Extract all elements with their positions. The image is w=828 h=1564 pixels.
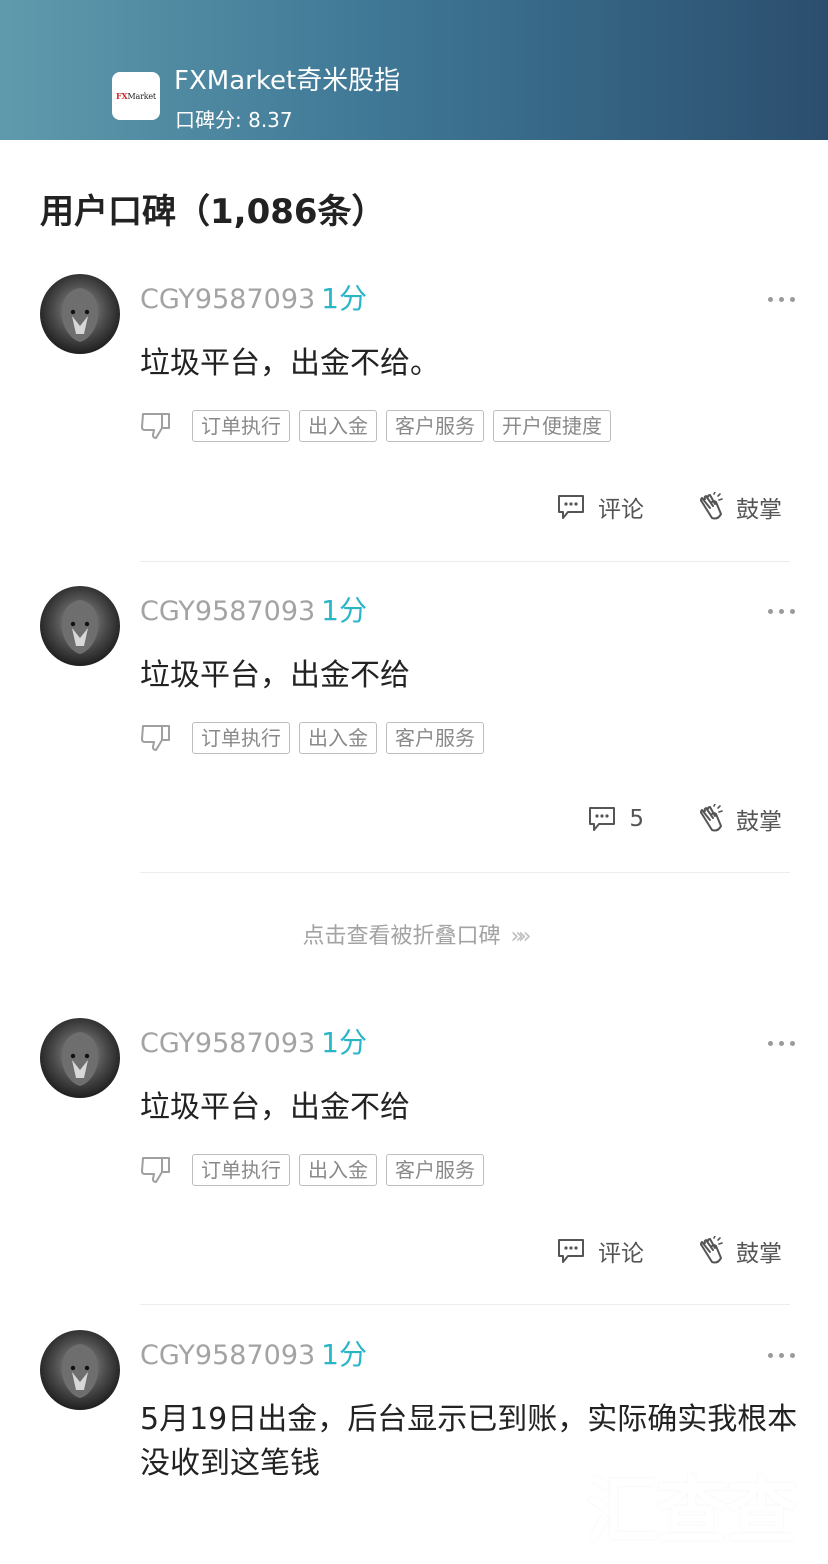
comment-icon: [558, 1239, 584, 1263]
rating-score: 口碑分: 8.37: [175, 108, 293, 132]
section-title: 用户口碑（1,086条）: [40, 192, 386, 232]
review-score: 1分: [321, 594, 367, 627]
thumbs-down-icon[interactable]: [140, 411, 172, 441]
divider: [140, 872, 790, 873]
divider: [140, 1304, 790, 1305]
tag: 出入金: [299, 410, 377, 442]
review-content: 垃圾平台，出金不给。: [140, 346, 440, 381]
broker-name: FXMarket奇米股指: [174, 66, 401, 96]
applaud-button[interactable]: 鼓掌: [694, 802, 782, 836]
broker-logo[interactable]: FXMarket: [112, 72, 160, 120]
avatar[interactable]: [40, 1018, 120, 1098]
applaud-button[interactable]: 鼓掌: [694, 1234, 782, 1268]
avatar[interactable]: [40, 586, 120, 666]
tag: 客户服务: [386, 410, 484, 442]
lion-avatar-icon: [61, 1032, 99, 1086]
lion-avatar-icon: [61, 288, 99, 342]
clap-icon: [700, 492, 723, 520]
more-options-icon[interactable]: [768, 1343, 808, 1358]
review-tags: 订单执行 出入金 客户服务: [140, 1154, 493, 1186]
logo-text: FXMarket: [116, 91, 156, 101]
review-tags: 订单执行 出入金 客户服务 开户便捷度: [140, 410, 620, 442]
more-options-icon[interactable]: [768, 599, 808, 614]
tag: 出入金: [299, 722, 377, 754]
review-score: 1分: [321, 1338, 367, 1371]
tag: 出入金: [299, 1154, 377, 1186]
tag: 客户服务: [386, 1154, 484, 1186]
thumbs-down-icon[interactable]: [140, 1155, 172, 1185]
divider: [140, 561, 790, 562]
review-username[interactable]: CGY9587093 1分: [140, 1021, 367, 1061]
tag: 客户服务: [386, 722, 484, 754]
comment-button[interactable]: 5: [587, 805, 644, 833]
clap-icon: [700, 804, 723, 832]
app-header: FXMarket FXMarket奇米股指 口碑分: 8.37: [0, 0, 828, 140]
tag: 开户便捷度: [493, 410, 611, 442]
lion-avatar-icon: [61, 1344, 99, 1398]
review-actions: 评论 鼓掌: [506, 490, 782, 524]
review-content: 垃圾平台，出金不给: [140, 1090, 410, 1125]
avatar[interactable]: [40, 274, 120, 354]
review-actions: 评论 鼓掌: [506, 1234, 782, 1268]
review-content: 垃圾平台，出金不给: [140, 658, 410, 693]
tag: 订单执行: [192, 722, 290, 754]
review-score: 1分: [321, 282, 367, 315]
comment-button[interactable]: 评论: [556, 490, 644, 524]
double-chevron-right-icon: »»: [510, 924, 532, 949]
tag: 订单执行: [192, 410, 290, 442]
comment-button[interactable]: 评论: [556, 1234, 644, 1268]
review-username[interactable]: CGY9587093 1分: [140, 277, 367, 317]
more-options-icon[interactable]: [768, 1031, 808, 1046]
comment-icon: [589, 807, 616, 831]
review-username[interactable]: CGY9587093 1分: [140, 1333, 367, 1373]
watermark-logo-icon: [478, 1454, 568, 1544]
avatar[interactable]: [40, 1330, 120, 1410]
review-username[interactable]: CGY9587093 1分: [140, 589, 367, 629]
clap-icon: [700, 1236, 723, 1264]
applaud-button[interactable]: 鼓掌: [694, 490, 782, 524]
review-actions: 5 鼓掌: [537, 802, 782, 836]
review-score: 1分: [321, 1026, 367, 1059]
tag: 订单执行: [192, 1154, 290, 1186]
review-tags: 订单执行 出入金 客户服务: [140, 722, 493, 754]
more-options-icon[interactable]: [768, 287, 808, 302]
comment-count: 5: [629, 806, 644, 832]
watermark-text: 汇查查: [586, 1469, 798, 1553]
watermark: 汇查查: [478, 1450, 828, 1553]
folded-reviews-link[interactable]: 点击查看被折叠口碑»»: [0, 918, 828, 950]
comment-icon: [558, 495, 584, 519]
lion-avatar-icon: [61, 600, 99, 654]
thumbs-down-icon[interactable]: [140, 723, 172, 753]
